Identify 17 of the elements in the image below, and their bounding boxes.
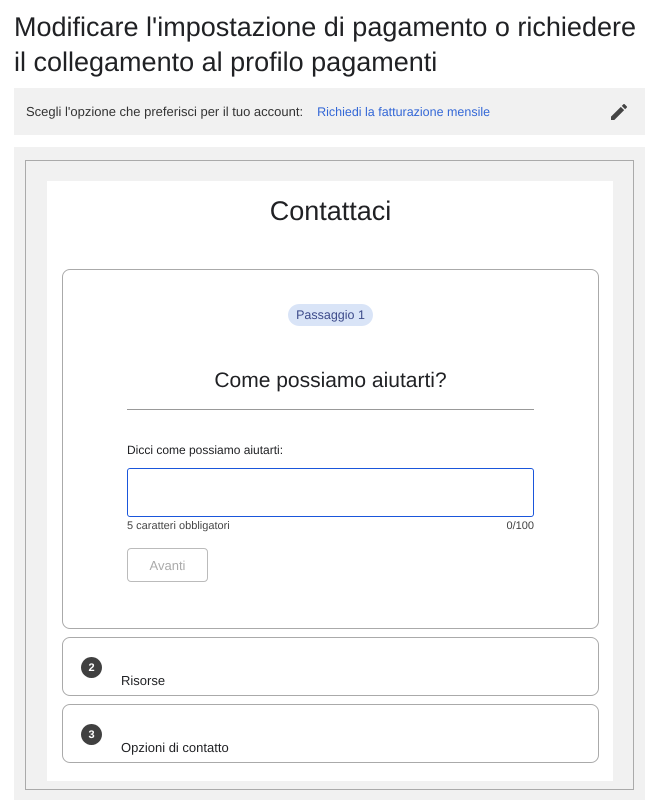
step-heading: Come possiamo aiutarti? [213, 369, 448, 393]
step-title: Risorse [121, 673, 166, 688]
char-counter: 0/100 [506, 520, 534, 532]
option-label: Scegli l'opzione che preferisci per il tuo account: [26, 104, 304, 119]
input-field[interactable] [127, 468, 534, 517]
field-hint: 5 caratteri obbligatori [127, 520, 230, 532]
step-title: Opzioni di contatto [121, 740, 229, 755]
edit-icon[interactable] [611, 104, 627, 120]
page-title: Modificare l'impostazione di pagamento o richiedere il collegamento al profilo pagamenti [14, 11, 637, 79]
step-number: 3 [81, 724, 102, 745]
step-number: 2 [81, 657, 102, 678]
collapsed-step[interactable]: 3 Opzioni di contatto [62, 704, 599, 763]
option-link[interactable]: Richiedi la fatturazione mensile [317, 104, 490, 118]
collapsed-step[interactable]: 2 Risorse [62, 637, 599, 696]
step-badge: Passaggio 1 [288, 304, 373, 326]
field-label: Dicci come possiamo aiutarti: [127, 443, 284, 457]
contact-title: Contattaci [268, 195, 392, 228]
